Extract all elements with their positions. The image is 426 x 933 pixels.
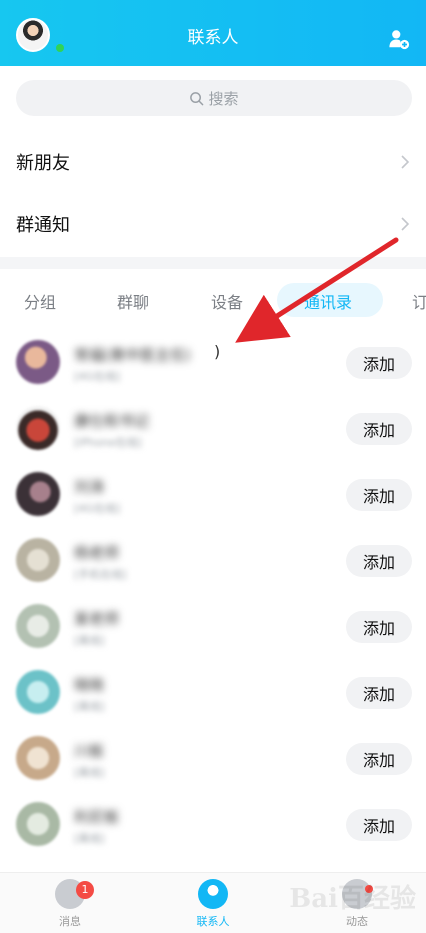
- contact-avatar: [16, 736, 60, 780]
- contact-avatar: [16, 670, 60, 714]
- add-contact-button[interactable]: 添加: [346, 413, 412, 445]
- bottom-tab-label: 动态: [346, 915, 368, 928]
- list-item[interactable]: 某老师 [离线] 添加: [0, 594, 426, 660]
- add-contact-button[interactable]: 添加: [346, 611, 412, 643]
- contact-avatar: [16, 802, 60, 846]
- add-contact-button[interactable]: 添加: [346, 743, 412, 775]
- contact-avatar: [16, 604, 60, 648]
- add-friend-icon[interactable]: [388, 28, 410, 50]
- bottom-tab-messages[interactable]: 消息 1: [30, 879, 110, 931]
- page-title: 联系人: [187, 28, 239, 48]
- contact-name: 杨老师: [74, 544, 120, 562]
- add-contact-button[interactable]: 添加: [346, 347, 412, 379]
- list-item[interactable]: 晓晓 [离线] 添加: [0, 660, 426, 726]
- contact-status: [离线]: [74, 766, 105, 779]
- tab-group-chats[interactable]: 群聊: [117, 289, 149, 313]
- chevron-right-icon: [401, 217, 410, 231]
- contact-status: [离线]: [74, 832, 105, 845]
- top-bar: 联系人: [0, 0, 426, 66]
- watermark: Bai百经验: [289, 884, 416, 914]
- list-item[interactable]: 杨老师 [手机在线] 添加: [0, 528, 426, 594]
- unread-badge: 1: [76, 881, 94, 899]
- new-friends-row[interactable]: 新朋友: [0, 132, 426, 192]
- contact-avatar: [16, 472, 60, 516]
- contact-name: 晓晓: [74, 676, 105, 694]
- add-contact-button[interactable]: 添加: [346, 677, 412, 709]
- add-contact-button[interactable]: 添加: [346, 545, 412, 577]
- contact-avatar: [16, 340, 60, 384]
- tab-subscriptions[interactable]: 订: [412, 289, 426, 313]
- search-placeholder: 搜索: [208, 89, 239, 108]
- person-icon: [198, 879, 228, 909]
- contact-status: [离线]: [74, 700, 105, 713]
- contact-name: 常福(黄中医主任): [74, 346, 191, 364]
- group-notifications-row[interactable]: 群通知: [0, 194, 426, 254]
- list-item[interactable]: 刘涛 [4G在线] 添加: [0, 462, 426, 528]
- search-icon: [190, 91, 204, 105]
- list-item[interactable]: 常福(黄中医主任) ) [4G在线] 添加: [0, 330, 426, 396]
- contact-name: 川板: [74, 742, 105, 760]
- list-item[interactable]: 川板 [离线] 添加: [0, 726, 426, 792]
- add-contact-button[interactable]: 添加: [346, 809, 412, 841]
- tab-address-book[interactable]: 通讯录: [304, 289, 352, 313]
- contact-status: [4G在线]: [74, 502, 121, 515]
- search-bar[interactable]: 搜索: [16, 80, 412, 116]
- contact-name: 刘涛: [74, 478, 105, 496]
- bottom-tab-label: 消息: [59, 915, 81, 928]
- new-friends-label: 新朋友: [16, 153, 70, 174]
- contact-avatar: [16, 538, 60, 582]
- contact-name: 利尼板: [74, 808, 120, 826]
- contact-tabs: 分组 群聊 设备 通讯录 订: [0, 270, 426, 332]
- contact-name: 某老师: [74, 610, 120, 628]
- contact-status: [手机在线]: [74, 568, 127, 581]
- tab-groups[interactable]: 分组: [24, 289, 56, 313]
- group-notifications-label: 群通知: [16, 215, 70, 236]
- bottom-tab-label: 联系人: [196, 915, 230, 928]
- contact-status: [离线]: [74, 634, 105, 647]
- tab-devices[interactable]: 设备: [211, 289, 243, 313]
- contact-status: [iPhone在线]: [74, 436, 142, 449]
- bottom-tab-contacts[interactable]: 联系人: [173, 879, 253, 931]
- list-item[interactable]: 利尼板 [离线] 添加: [0, 792, 426, 858]
- contact-name: 康仕和书记: [74, 412, 150, 430]
- section-divider: [0, 257, 426, 269]
- contact-name-suffix: ): [214, 342, 221, 361]
- add-contact-button[interactable]: 添加: [346, 479, 412, 511]
- contact-status: [4G在线]: [74, 370, 121, 383]
- list-item[interactable]: 康仕和书记 [iPhone在线] 添加: [0, 396, 426, 462]
- chevron-right-icon: [401, 155, 410, 169]
- contact-avatar: [16, 406, 60, 450]
